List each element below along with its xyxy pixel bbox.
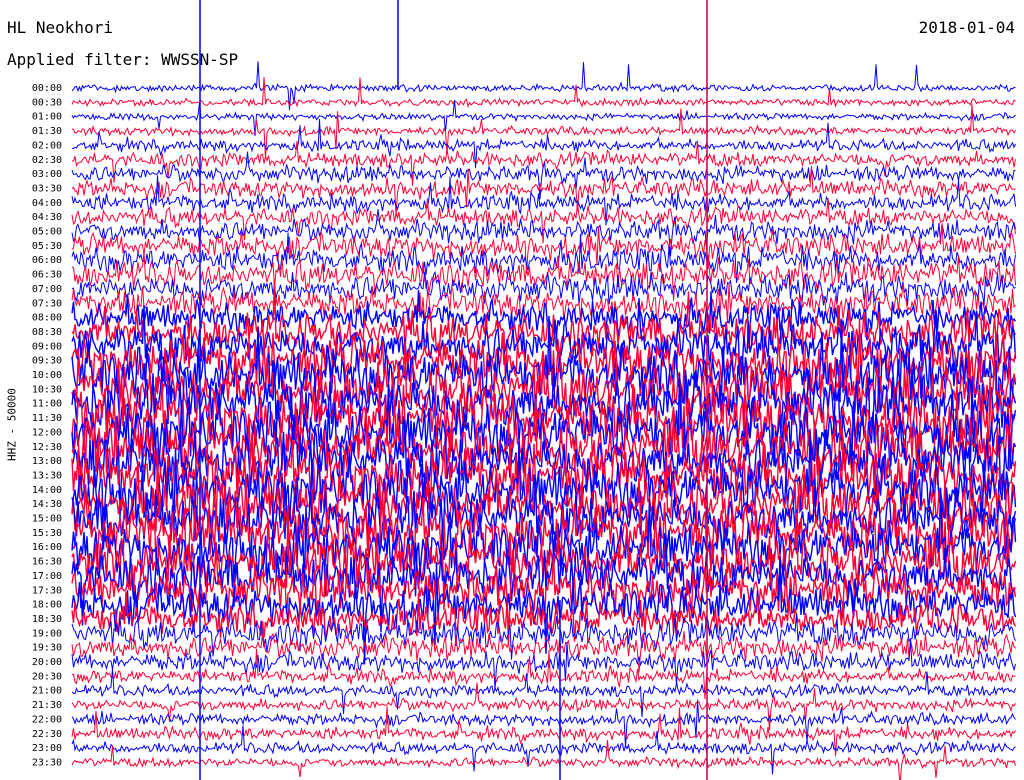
row-label: 23:00 bbox=[32, 743, 62, 754]
row-label: 22:30 bbox=[32, 729, 62, 740]
row-label: 08:00 bbox=[32, 313, 62, 324]
row-label: 07:00 bbox=[32, 284, 62, 295]
row-label: 15:30 bbox=[32, 528, 62, 539]
row-label: 16:00 bbox=[32, 542, 62, 553]
trace-line bbox=[71, 699, 1016, 748]
trace-line bbox=[71, 103, 1016, 159]
row-label: 02:00 bbox=[32, 140, 62, 151]
row-label: 09:00 bbox=[32, 341, 62, 352]
row-label: 01:30 bbox=[32, 126, 62, 137]
row-label: 10:30 bbox=[32, 384, 62, 395]
row-label: 14:00 bbox=[32, 485, 62, 496]
row-label: 04:00 bbox=[32, 198, 62, 209]
row-label: 21:00 bbox=[32, 686, 62, 697]
row-label: 04:30 bbox=[32, 212, 62, 223]
row-label: 15:00 bbox=[32, 514, 62, 525]
row-label: 12:30 bbox=[32, 442, 62, 453]
row-label: 12:00 bbox=[32, 427, 62, 438]
row-label: 00:00 bbox=[32, 83, 62, 94]
row-label: 19:00 bbox=[32, 628, 62, 639]
row-label: 18:00 bbox=[32, 600, 62, 611]
row-label: 16:30 bbox=[32, 557, 62, 568]
row-label: 01:00 bbox=[32, 112, 62, 123]
row-label: 06:00 bbox=[32, 255, 62, 266]
row-label: 20:00 bbox=[32, 657, 62, 668]
trace-line bbox=[71, 175, 1016, 226]
trace-line bbox=[71, 76, 1016, 109]
date-label: 2018-01-04 bbox=[918, 18, 1015, 37]
row-label: 13:00 bbox=[32, 456, 62, 467]
row-label: 17:30 bbox=[32, 585, 62, 596]
trace-line bbox=[71, 706, 1016, 757]
filter-label: Applied filter: WWSSN-SP bbox=[7, 50, 239, 69]
row-label: 11:00 bbox=[32, 399, 62, 410]
row-label: 05:30 bbox=[32, 241, 62, 252]
row-label: 07:30 bbox=[32, 298, 62, 309]
row-label: 19:30 bbox=[32, 643, 62, 654]
row-label: 17:00 bbox=[32, 571, 62, 582]
row-label: 09:30 bbox=[32, 356, 62, 367]
row-label: 11:30 bbox=[32, 413, 62, 424]
row-label: 13:30 bbox=[32, 470, 62, 481]
row-label: 06:30 bbox=[32, 270, 62, 281]
station-name: HL Neokhori bbox=[7, 18, 113, 37]
row-label: 21:30 bbox=[32, 700, 62, 711]
row-label: 20:30 bbox=[32, 671, 62, 682]
row-label: 03:30 bbox=[32, 183, 62, 194]
row-label: 05:00 bbox=[32, 227, 62, 238]
seismogram-plot: 00:00 00:30 01:00 01:30 02:00 02:30 03:00 03:30… bbox=[32, 0, 1017, 780]
row-label: 22:00 bbox=[32, 714, 62, 725]
channel-axis-label: HHZ - 50000 bbox=[5, 388, 19, 461]
time-axis-labels: 00:00 00:30 01:00 01:30 02:00 02:30 03:00 03:30… bbox=[32, 83, 62, 768]
row-label: 23:30 bbox=[32, 757, 62, 768]
trace-line bbox=[71, 165, 1016, 217]
row-label: 08:30 bbox=[32, 327, 62, 338]
trace-group bbox=[71, 0, 1017, 780]
row-label: 03:00 bbox=[32, 169, 62, 180]
row-label: 18:30 bbox=[32, 614, 62, 625]
row-label: 02:30 bbox=[32, 155, 62, 166]
row-label: 14:30 bbox=[32, 499, 62, 510]
row-label: 10:00 bbox=[32, 370, 62, 381]
row-label: 00:30 bbox=[32, 97, 62, 108]
trace-line bbox=[71, 739, 1016, 780]
